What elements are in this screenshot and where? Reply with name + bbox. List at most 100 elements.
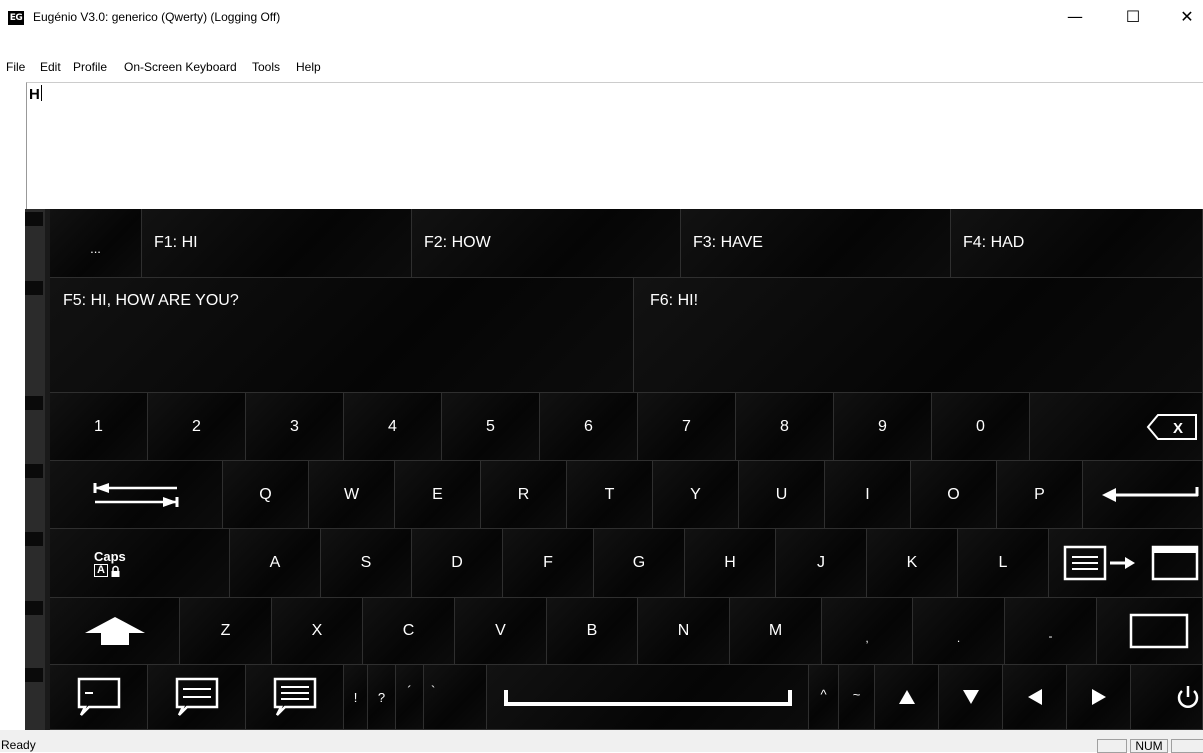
key-b[interactable]: B: [547, 598, 638, 665]
row-gutter: [25, 461, 45, 529]
key-g[interactable]: G: [594, 529, 685, 598]
arrow-right-icon: [1091, 689, 1106, 705]
key-3[interactable]: 3: [246, 393, 344, 461]
arrow-up-icon: [898, 690, 915, 704]
key-y[interactable]: Y: [653, 461, 739, 529]
tab-key[interactable]: [50, 461, 223, 529]
key-k[interactable]: K: [867, 529, 958, 598]
key-w[interactable]: W: [309, 461, 395, 529]
arrow-right-key[interactable]: [1067, 665, 1131, 730]
close-button[interactable]: ✕: [1164, 0, 1203, 34]
key-acute[interactable]: ´: [396, 665, 424, 730]
prediction-f2-key[interactable]: F2: HOW: [412, 209, 681, 278]
speak-medium-key[interactable]: [148, 665, 246, 730]
menu-edit[interactable]: Edit: [40, 60, 61, 74]
space-key[interactable]: [487, 665, 809, 730]
lock-icon: [111, 565, 120, 577]
key-l[interactable]: L: [958, 529, 1049, 598]
key-v[interactable]: V: [455, 598, 547, 665]
key-h[interactable]: H: [685, 529, 776, 598]
enter-key[interactable]: [1083, 461, 1203, 529]
caps-lock-key[interactable]: Caps A: [50, 529, 230, 598]
speak-small-key[interactable]: [50, 665, 148, 730]
key-x[interactable]: X: [272, 598, 363, 665]
menu-profile[interactable]: Profile: [73, 60, 107, 74]
key-question[interactable]: ?: [368, 665, 396, 730]
key-5[interactable]: 5: [442, 393, 540, 461]
key-e[interactable]: E: [395, 461, 481, 529]
prediction-f5-key[interactable]: F5: HI, HOW ARE YOU?: [50, 278, 634, 393]
key-s[interactable]: S: [321, 529, 412, 598]
key-8[interactable]: 8: [736, 393, 834, 461]
key-4[interactable]: 4: [344, 393, 442, 461]
menu-on-screen-keyboard[interactable]: On-Screen Keyboard: [124, 60, 237, 74]
shift-icon: [84, 617, 145, 645]
title-bar: EG Eugénio V3.0: generico (Qwerty) (Logg…: [0, 0, 1203, 34]
text-editor[interactable]: H: [26, 82, 1203, 209]
key-o[interactable]: O: [911, 461, 997, 529]
speech-two-lines-icon: [175, 677, 218, 716]
key-exclamation[interactable]: !: [344, 665, 368, 730]
prediction-f1-key[interactable]: F1: HI: [142, 209, 412, 278]
row-gutter: [25, 665, 45, 730]
key-circumflex[interactable]: ^: [809, 665, 839, 730]
key-tilde[interactable]: ~: [839, 665, 875, 730]
shift-key[interactable]: [50, 598, 180, 665]
backspace-key[interactable]: X: [1030, 393, 1203, 461]
arrow-down-icon: [962, 690, 979, 704]
minimize-button[interactable]: —: [1052, 0, 1098, 34]
prediction-f6-key[interactable]: F6: HI!: [634, 278, 1203, 393]
key-hyphen[interactable]: -: [1005, 598, 1097, 665]
key-u[interactable]: U: [739, 461, 825, 529]
key-m[interactable]: M: [730, 598, 822, 665]
caps-badge: A: [94, 564, 108, 577]
key-9[interactable]: 9: [834, 393, 932, 461]
enter-icon: [1102, 486, 1199, 502]
key-comma[interactable]: ,: [822, 598, 913, 665]
arrow-left-key[interactable]: [1003, 665, 1067, 730]
status-bar: Ready NUM: [0, 730, 1203, 753]
more-predictions-key[interactable]: ...: [50, 209, 142, 278]
on-screen-keyboard: ... F1: HI F2: HOW F3: HAVE F4: HAD F5: …: [25, 209, 1203, 730]
key-6[interactable]: 6: [540, 393, 638, 461]
tab-icon: [93, 482, 179, 507]
empty-key-icon: [1129, 613, 1189, 649]
prediction-f4-key[interactable]: F4: HAD: [951, 209, 1203, 278]
key-z[interactable]: Z: [180, 598, 272, 665]
key-q[interactable]: Q: [223, 461, 309, 529]
menu-tools[interactable]: Tools: [252, 60, 280, 74]
key-grave[interactable]: `: [424, 665, 487, 730]
key-period[interactable]: .: [913, 598, 1005, 665]
key-n[interactable]: N: [638, 598, 730, 665]
key-2[interactable]: 2: [148, 393, 246, 461]
arrow-left-icon: [1027, 689, 1042, 705]
switch-layout-key[interactable]: [1049, 529, 1203, 598]
maximize-button[interactable]: ☐: [1110, 0, 1156, 34]
menu-bar: File Edit Profile On-Screen Keyboard Too…: [0, 57, 1203, 79]
key-j[interactable]: J: [776, 529, 867, 598]
key-7[interactable]: 7: [638, 393, 736, 461]
key-d[interactable]: D: [412, 529, 503, 598]
backspace-icon: X: [1146, 413, 1197, 440]
key-t[interactable]: T: [567, 461, 653, 529]
key-f[interactable]: F: [503, 529, 594, 598]
speak-large-key[interactable]: [246, 665, 344, 730]
key-c[interactable]: C: [363, 598, 455, 665]
key-i[interactable]: I: [825, 461, 911, 529]
arrow-down-key[interactable]: [939, 665, 1003, 730]
menu-file[interactable]: File: [6, 60, 25, 74]
key-p[interactable]: P: [997, 461, 1083, 529]
status-num-indicator: NUM: [1130, 739, 1168, 753]
power-key[interactable]: [1131, 665, 1203, 730]
key-a[interactable]: A: [230, 529, 321, 598]
speech-three-lines-icon: [273, 677, 316, 716]
key-1[interactable]: 1: [50, 393, 148, 461]
prediction-f3-key[interactable]: F3: HAVE: [681, 209, 951, 278]
key-r[interactable]: R: [481, 461, 567, 529]
menu-help[interactable]: Help: [296, 60, 321, 74]
key-0[interactable]: 0: [932, 393, 1030, 461]
backspace-label: X: [1173, 420, 1183, 437]
arrow-up-key[interactable]: [875, 665, 939, 730]
blank-key[interactable]: [1097, 598, 1203, 665]
caps-lock-icon: A: [94, 564, 120, 577]
